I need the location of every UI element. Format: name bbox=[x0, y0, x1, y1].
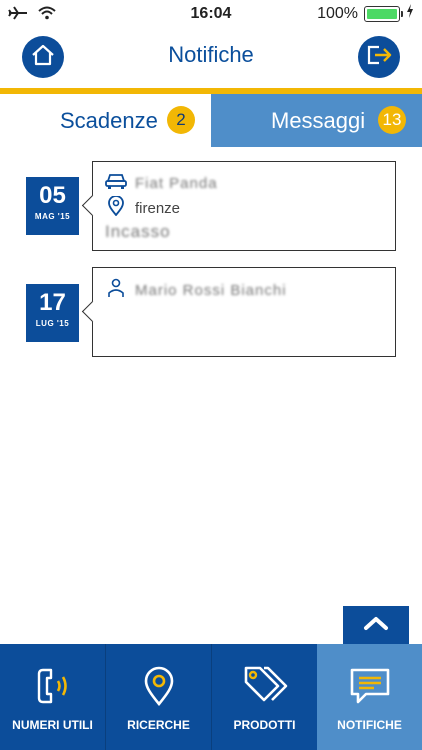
tab-messaggi-count-badge: 13 bbox=[378, 106, 406, 134]
person-icon bbox=[105, 278, 127, 302]
notification-card[interactable]: Fiat Panda firenze Incasso bbox=[81, 161, 396, 251]
nav-notifiche[interactable]: NOTIFICHE bbox=[317, 644, 422, 750]
logout-icon bbox=[365, 43, 393, 72]
notification-location: firenze bbox=[135, 199, 181, 217]
chat-message-icon bbox=[348, 664, 392, 708]
tab-scadenze-label: Scadenze bbox=[60, 107, 158, 133]
charging-icon bbox=[406, 4, 414, 23]
notification-date: 05 MAG '15 bbox=[26, 177, 79, 235]
tab-bar: Scadenze 2 Messaggi 13 bbox=[0, 94, 422, 147]
chevron-up-icon bbox=[363, 615, 389, 636]
tab-messaggi-label: Messaggi bbox=[271, 107, 366, 133]
notification-detail: Incasso bbox=[105, 222, 171, 241]
notification-day: 17 bbox=[39, 289, 66, 316]
nav-label: NOTIFICHE bbox=[337, 718, 402, 732]
nav-label: NUMERI UTILI bbox=[12, 718, 93, 732]
logout-button[interactable] bbox=[358, 36, 400, 78]
nav-numeri-utili[interactable]: NUMERI UTILI bbox=[0, 644, 105, 750]
notification-detail-row: Incasso bbox=[105, 222, 171, 242]
notification-location-row: firenze bbox=[105, 195, 181, 220]
notification-month: MAG '15 bbox=[34, 212, 71, 221]
nav-prodotti[interactable]: PRODOTTI bbox=[212, 644, 317, 750]
app-header: Notifiche bbox=[0, 28, 422, 88]
notification-vehicle-row: Fiat Panda bbox=[105, 172, 218, 194]
nav-label: PRODOTTI bbox=[233, 718, 296, 732]
location-pin-icon bbox=[105, 195, 127, 220]
status-bar: 16:04 100% bbox=[0, 0, 422, 28]
phone-call-icon bbox=[31, 664, 75, 708]
status-right: 100% bbox=[317, 4, 414, 23]
battery-icon bbox=[364, 5, 403, 22]
battery-percent: 100% bbox=[317, 4, 358, 22]
notification-vehicle: Fiat Panda bbox=[135, 174, 218, 192]
car-icon bbox=[105, 172, 127, 194]
notification-person: Mario Rossi Bianchi bbox=[135, 281, 287, 299]
location-pin-icon bbox=[137, 664, 181, 708]
notification-person-row: Mario Rossi Bianchi bbox=[105, 278, 287, 302]
bottom-nav: NUMERI UTILI RICERCHE PRODOTTI NOTIFICHE bbox=[0, 644, 422, 750]
tags-icon bbox=[242, 664, 288, 708]
notification-day: 05 bbox=[39, 182, 66, 209]
scroll-top-button[interactable] bbox=[343, 606, 409, 644]
notification-card[interactable]: Mario Rossi Bianchi bbox=[81, 267, 396, 357]
nav-label: RICERCHE bbox=[127, 718, 190, 732]
notification-date: 17 LUG '15 bbox=[26, 284, 79, 342]
tab-scadenze-count-badge: 2 bbox=[167, 106, 195, 134]
notification-month: LUG '15 bbox=[35, 319, 70, 328]
nav-ricerche[interactable]: RICERCHE bbox=[106, 644, 211, 750]
tab-scadenze[interactable]: Scadenze 2 bbox=[0, 94, 211, 147]
tab-messaggi[interactable]: Messaggi 13 bbox=[211, 94, 422, 147]
